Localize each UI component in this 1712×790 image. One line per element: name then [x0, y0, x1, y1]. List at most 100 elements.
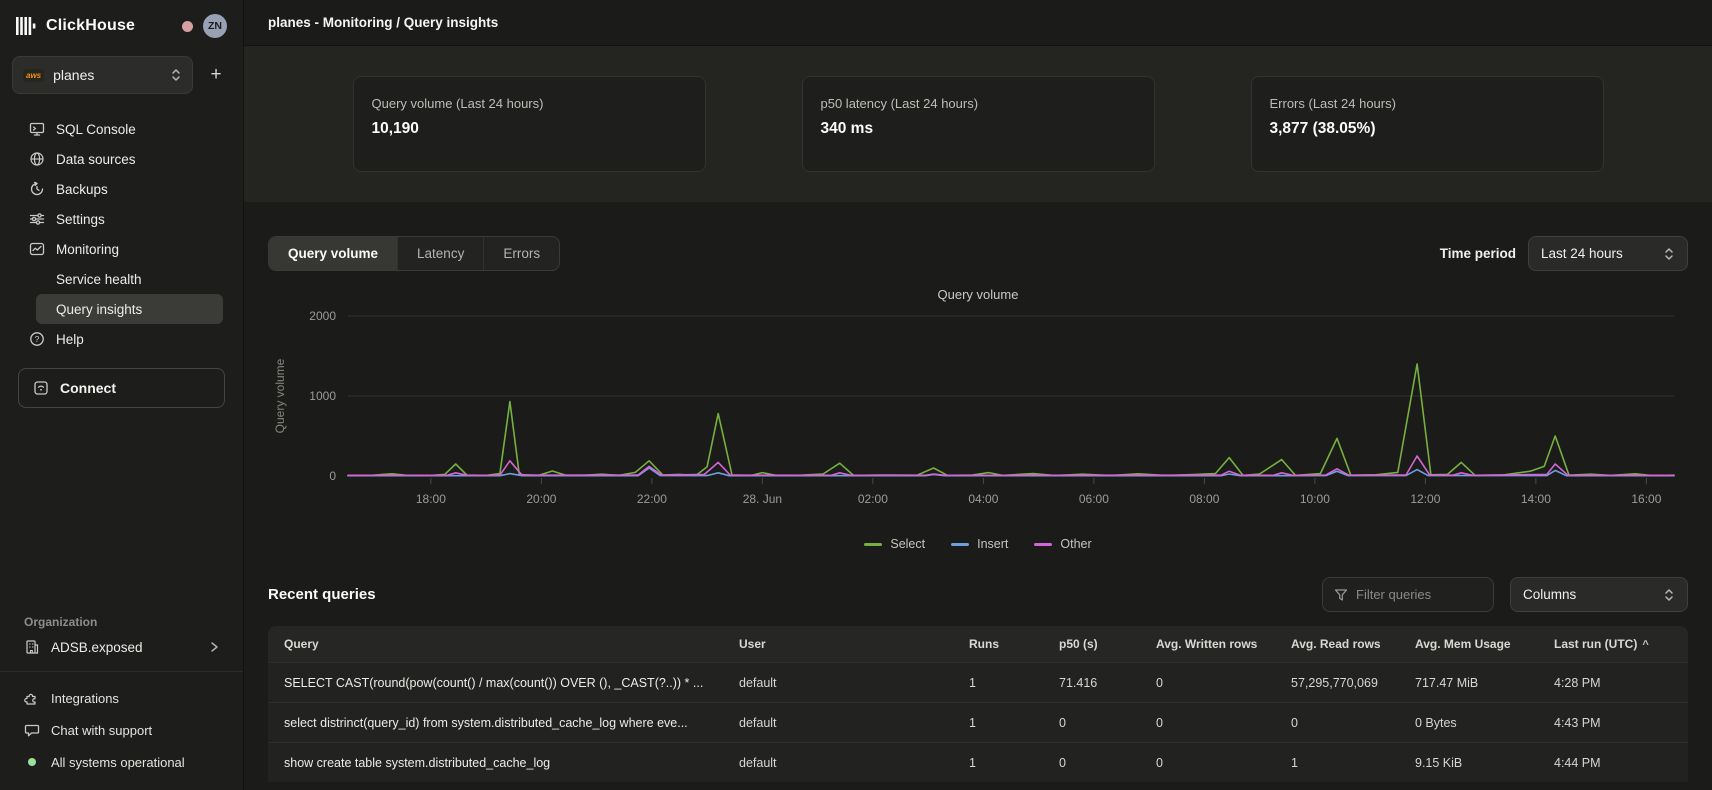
column-header-user[interactable]: User [723, 637, 953, 651]
chart-title: Query volume [244, 287, 1712, 302]
columns-select[interactable]: Columns [1510, 577, 1688, 612]
metrics-band: Query volume (Last 24 hours) 10,190 p50 … [244, 46, 1712, 202]
time-period-value: Last 24 hours [1541, 246, 1623, 261]
connect-button[interactable]: Connect [18, 368, 225, 408]
connect-label: Connect [60, 380, 116, 396]
legend-item-select[interactable]: Select [864, 537, 925, 551]
svg-text:1000: 1000 [309, 389, 336, 403]
sidebar-item-sql-console[interactable]: SQL Console [20, 114, 223, 144]
svg-text:28. Jun: 28. Jun [743, 492, 782, 506]
svg-text:22:00: 22:00 [637, 492, 667, 506]
columns-select-value: Columns [1523, 587, 1576, 602]
svg-text:06:00: 06:00 [1079, 492, 1109, 506]
organization-item[interactable]: ADSB.exposed [0, 639, 243, 671]
service-selector[interactable]: aws planes [12, 56, 193, 94]
svg-text:12:00: 12:00 [1410, 492, 1440, 506]
svg-text:04:00: 04:00 [968, 492, 998, 506]
svg-text:Query volume: Query volume [273, 358, 287, 433]
page-header: planes - Monitoring / Query insights [244, 0, 1712, 46]
sidebar-item-label: Backups [56, 182, 108, 197]
table-row[interactable]: select distrinct(query_id) from system.d… [268, 702, 1688, 742]
history-restore-icon [28, 181, 45, 197]
svg-text:0: 0 [329, 469, 336, 483]
svg-text:08:00: 08:00 [1189, 492, 1219, 506]
main-content: planes - Monitoring / Query insights Que… [244, 0, 1712, 790]
legend-item-other[interactable]: Other [1034, 537, 1091, 551]
column-header-avg-mem-usage[interactable]: Avg. Mem Usage [1399, 637, 1538, 651]
select-series-swatch [864, 543, 882, 546]
column-header-p50[interactable]: p50 (s) [1043, 637, 1140, 651]
query-volume-chart[interactable]: 01000200018:0020:0022:0028. Jun02:0004:0… [268, 306, 1688, 528]
table-row[interactable]: SELECT CAST(round(pow(count() / max(coun… [268, 662, 1688, 702]
sidebar-item-chat-support[interactable]: Chat with support [24, 716, 219, 744]
svg-text:02:00: 02:00 [858, 492, 888, 506]
metric-card-errors: Errors (Last 24 hours) 3,877 (38.05%) [1251, 76, 1604, 172]
chevron-updown-icon [170, 67, 182, 83]
tab-query-volume[interactable]: Query volume [269, 237, 398, 270]
other-series-swatch [1034, 543, 1052, 546]
svg-text:18:00: 18:00 [416, 492, 446, 506]
sidebar-item-label: Help [56, 332, 84, 347]
chevron-updown-icon [1663, 246, 1675, 262]
svg-text:14:00: 14:00 [1521, 492, 1551, 506]
footer-item-label: Chat with support [51, 723, 152, 738]
sidebar-item-service-health[interactable]: Service health [36, 264, 223, 294]
recent-queries-title: Recent queries [268, 586, 376, 603]
metric-value: 340 ms [821, 120, 1136, 138]
status-indicator-dot [182, 21, 193, 32]
footer-item-label: Integrations [51, 691, 119, 706]
filter-queries-input[interactable] [1356, 587, 1476, 602]
system-status-item[interactable]: All systems operational [24, 748, 219, 776]
operational-status-icon [28, 758, 36, 766]
tab-errors[interactable]: Errors [484, 237, 559, 270]
recent-queries-table: Query User Runs p50 (s) Avg. Written row… [268, 626, 1688, 782]
sidebar-item-backups[interactable]: Backups [20, 174, 223, 204]
funnel-filter-icon [1334, 588, 1348, 602]
sidebar-item-label: Monitoring [56, 242, 119, 257]
brand-name: ClickHouse [46, 17, 135, 35]
chart-tabs: Query volume Latency Errors [268, 236, 560, 271]
table-row[interactable]: show create table system.distributed_cac… [268, 742, 1688, 782]
user-avatar[interactable]: ZN [203, 14, 227, 38]
legend-item-insert[interactable]: Insert [951, 537, 1008, 551]
time-period-select[interactable]: Last 24 hours [1528, 236, 1688, 271]
sidebar-item-query-insights[interactable]: Query insights [36, 294, 223, 324]
column-header-last-run[interactable]: Last run (UTC)^ [1538, 637, 1688, 651]
sidebar-item-label: Data sources [56, 152, 136, 167]
sidebar-item-data-sources[interactable]: Data sources [20, 144, 223, 174]
organization-section-label: Organization [0, 615, 243, 639]
footer-item-label: All systems operational [51, 755, 185, 770]
sidebar-item-label: Settings [56, 212, 105, 227]
svg-text:10:00: 10:00 [1300, 492, 1330, 506]
add-service-button[interactable]: + [205, 64, 227, 86]
sidebar-item-settings[interactable]: Settings [20, 204, 223, 234]
table-header-row: Query User Runs p50 (s) Avg. Written row… [268, 626, 1688, 662]
organization-name: ADSB.exposed [51, 640, 198, 655]
sidebar-item-label: SQL Console [56, 122, 136, 137]
insert-series-swatch [951, 543, 969, 546]
help-icon: ? [28, 331, 45, 347]
connect-icon [33, 380, 49, 396]
chevron-updown-icon [1663, 587, 1675, 603]
svg-text:16:00: 16:00 [1631, 492, 1661, 506]
data-sources-icon [28, 151, 45, 167]
aws-provider-icon: aws [23, 69, 44, 82]
filter-queries-box[interactable] [1322, 577, 1494, 612]
tab-latency[interactable]: Latency [398, 237, 484, 270]
breadcrumb: planes - Monitoring / Query insights [268, 15, 498, 30]
sliders-icon [28, 211, 45, 227]
sidebar-item-help[interactable]: ? Help [20, 324, 223, 354]
sidebar-item-integrations[interactable]: Integrations [24, 684, 219, 712]
metric-value: 10,190 [372, 120, 687, 138]
sidebar-item-monitoring[interactable]: Monitoring [20, 234, 223, 264]
chart-legend: Select Insert Other [244, 537, 1712, 551]
column-header-avg-read-rows[interactable]: Avg. Read rows [1275, 637, 1399, 651]
column-header-runs[interactable]: Runs [953, 637, 1043, 651]
metric-card-query-volume: Query volume (Last 24 hours) 10,190 [353, 76, 706, 172]
query-volume-chart-block: Query volume 01000200018:0020:0022:0028.… [244, 287, 1712, 551]
column-header-query[interactable]: Query [268, 637, 723, 651]
column-header-avg-written-rows[interactable]: Avg. Written rows [1140, 637, 1275, 651]
svg-text:?: ? [34, 334, 39, 344]
clickhouse-logo-icon [16, 17, 36, 35]
metric-card-p50-latency: p50 latency (Last 24 hours) 340 ms [802, 76, 1155, 172]
